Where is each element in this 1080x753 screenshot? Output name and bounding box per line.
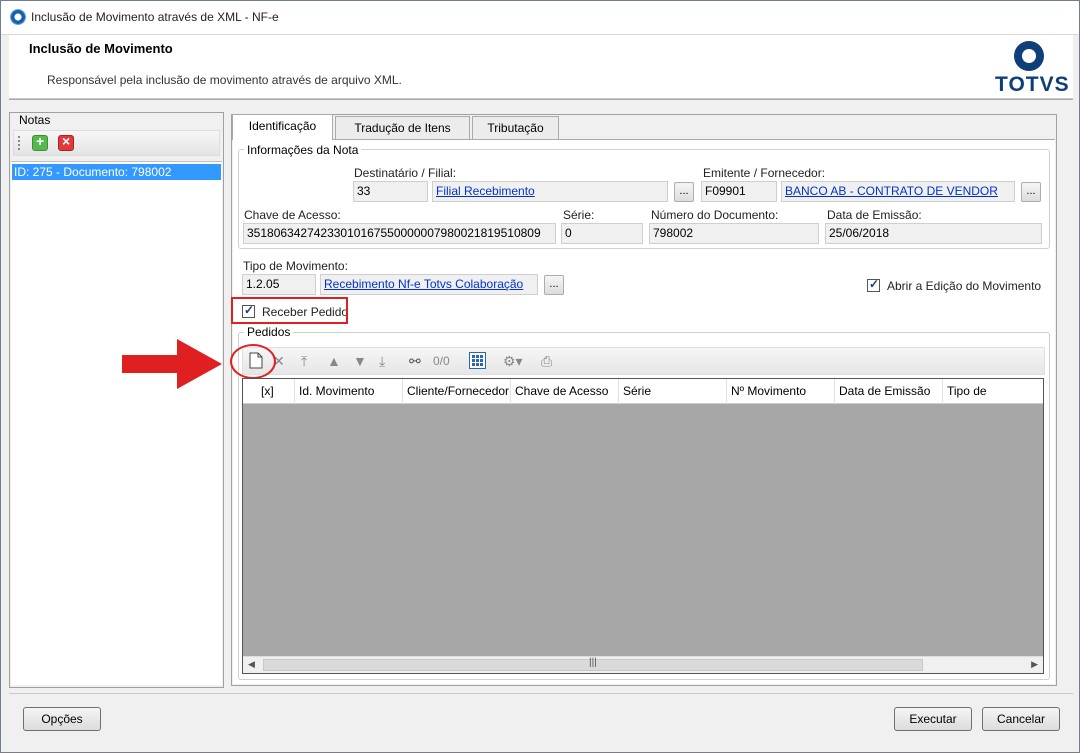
emitente-name-link[interactable]: BANCO AB - CONTRATO DE VENDOR	[781, 181, 1015, 202]
executar-button[interactable]: Executar	[894, 707, 972, 731]
scroll-right-icon[interactable]: ▶	[1031, 659, 1038, 670]
data-emissao-field[interactable]: 25/06/2018	[825, 223, 1042, 244]
toolbar-grip	[18, 136, 20, 150]
tipo-movimento-name-link[interactable]: Recebimento Nf-e Totvs Colaboração	[320, 274, 538, 295]
logo-text: TOTVS	[995, 73, 1070, 96]
col-select[interactable]: [x]	[243, 379, 295, 404]
destinatario-lookup-button[interactable]: ...	[674, 182, 694, 202]
emitente-lookup-button[interactable]: ...	[1021, 182, 1041, 202]
pedidos-label: Pedidos	[244, 325, 294, 339]
serie-label: Série:	[563, 208, 595, 222]
col-id-movimento[interactable]: Id. Movimento	[295, 379, 403, 404]
main-window: Inclusão de Movimento através de XML - N…	[0, 0, 1080, 753]
col-data-emissao[interactable]: Data de Emissão	[835, 379, 943, 404]
title-bar: Inclusão de Movimento através de XML - N…	[1, 1, 1079, 35]
page-title: Inclusão de Movimento	[29, 41, 173, 56]
arrow-annotation-icon	[122, 339, 222, 389]
app-icon	[10, 9, 26, 25]
tab-traducao-itens[interactable]: Tradução de Itens	[335, 116, 470, 139]
tipo-movimento-code-field[interactable]: 1.2.05	[242, 274, 316, 295]
serie-field[interactable]: 0	[561, 223, 643, 244]
emitente-label: Emitente / Fornecedor:	[703, 166, 826, 180]
col-chave-acesso[interactable]: Chave de Acesso	[511, 379, 619, 404]
totvs-logo: TOTVS	[995, 41, 1070, 97]
notas-list[interactable]: ID: 275 - Documento: 798002	[11, 161, 222, 685]
tipo-movimento-lookup-button[interactable]: ...	[544, 275, 564, 295]
header-panel: Inclusão de Movimento Responsável pela i…	[9, 35, 1073, 99]
horizontal-scrollbar[interactable]: ◀ ||| ▶	[243, 656, 1043, 673]
move-up-icon[interactable]: ▲	[327, 354, 341, 368]
abrir-edicao-label: Abrir a Edição do Movimento	[887, 279, 1042, 293]
footer-divider	[9, 693, 1073, 694]
col-serie[interactable]: Série	[619, 379, 727, 404]
record-counter: 0/0	[433, 354, 450, 368]
highlight-box-annotation	[231, 297, 348, 324]
col-numero-movimento[interactable]: Nº Movimento	[727, 379, 835, 404]
tab-identificacao[interactable]: Identificação	[232, 114, 333, 140]
notas-label: Notas	[19, 113, 51, 127]
totvs-logo-icon	[1014, 41, 1044, 71]
pedidos-toolbar: ✕ ⤒ ▲ ▼ ⤓ ⚯ 0/0 ⚙▾ ⎙	[242, 347, 1045, 375]
notas-toolbar	[13, 130, 220, 156]
move-last-icon[interactable]: ⤓	[379, 354, 385, 368]
chave-acesso-field[interactable]: 3518063427423301016755000000798002181951…	[243, 223, 556, 244]
tipo-movimento-label: Tipo de Movimento:	[243, 259, 348, 273]
binoculars-icon[interactable]: ⚯	[409, 354, 421, 368]
opcoes-button[interactable]: Opções	[23, 707, 101, 731]
process-dropdown-icon[interactable]: ⚙▾	[503, 354, 523, 368]
move-down-icon[interactable]: ▼	[353, 354, 367, 368]
list-item[interactable]: ID: 275 - Documento: 798002	[12, 164, 221, 180]
tab-tributacao[interactable]: Tributação	[472, 116, 559, 139]
grid-view-icon[interactable]	[469, 352, 486, 371]
cancelar-button[interactable]: Cancelar	[982, 707, 1060, 731]
informacoes-nota-label: Informações da Nota	[244, 143, 362, 157]
numero-documento-label: Número do Documento:	[651, 208, 779, 222]
col-cliente-fornecedor[interactable]: Cliente/Fornecedor	[403, 379, 511, 404]
destinatario-label: Destinatário / Filial:	[354, 166, 457, 180]
col-tipo[interactable]: Tipo de	[943, 379, 1043, 404]
chave-acesso-label: Chave de Acesso:	[244, 208, 341, 222]
print-icon[interactable]: ⎙	[541, 354, 552, 368]
data-emissao-label: Data de Emissão:	[827, 208, 922, 222]
remove-nota-icon[interactable]	[58, 133, 74, 151]
numero-documento-field[interactable]: 798002	[649, 223, 819, 244]
window-title: Inclusão de Movimento através de XML - N…	[31, 10, 279, 24]
destinatario-code-field[interactable]: 33	[353, 181, 428, 202]
pedidos-grid[interactable]: [x] Id. Movimento Cliente/Fornecedor Cha…	[242, 378, 1044, 674]
move-first-icon[interactable]: ⤒	[301, 354, 307, 368]
add-nota-icon[interactable]	[32, 133, 48, 151]
emitente-code-field[interactable]: F09901	[701, 181, 777, 202]
header-divider	[9, 99, 1073, 100]
highlight-circle-annotation	[230, 344, 276, 379]
scroll-left-icon[interactable]: ◀	[248, 659, 255, 670]
notas-panel: Notas ID: 275 - Documento: 798002	[9, 112, 224, 688]
grid-header: [x] Id. Movimento Cliente/Fornecedor Cha…	[243, 379, 1043, 404]
page-subtitle: Responsável pela inclusão de movimento a…	[47, 73, 402, 87]
destinatario-name-link[interactable]: Filial Recebimento	[432, 181, 668, 202]
scroll-grip-icon: |||	[589, 657, 597, 668]
abrir-edicao-checkbox[interactable]	[867, 277, 880, 292]
